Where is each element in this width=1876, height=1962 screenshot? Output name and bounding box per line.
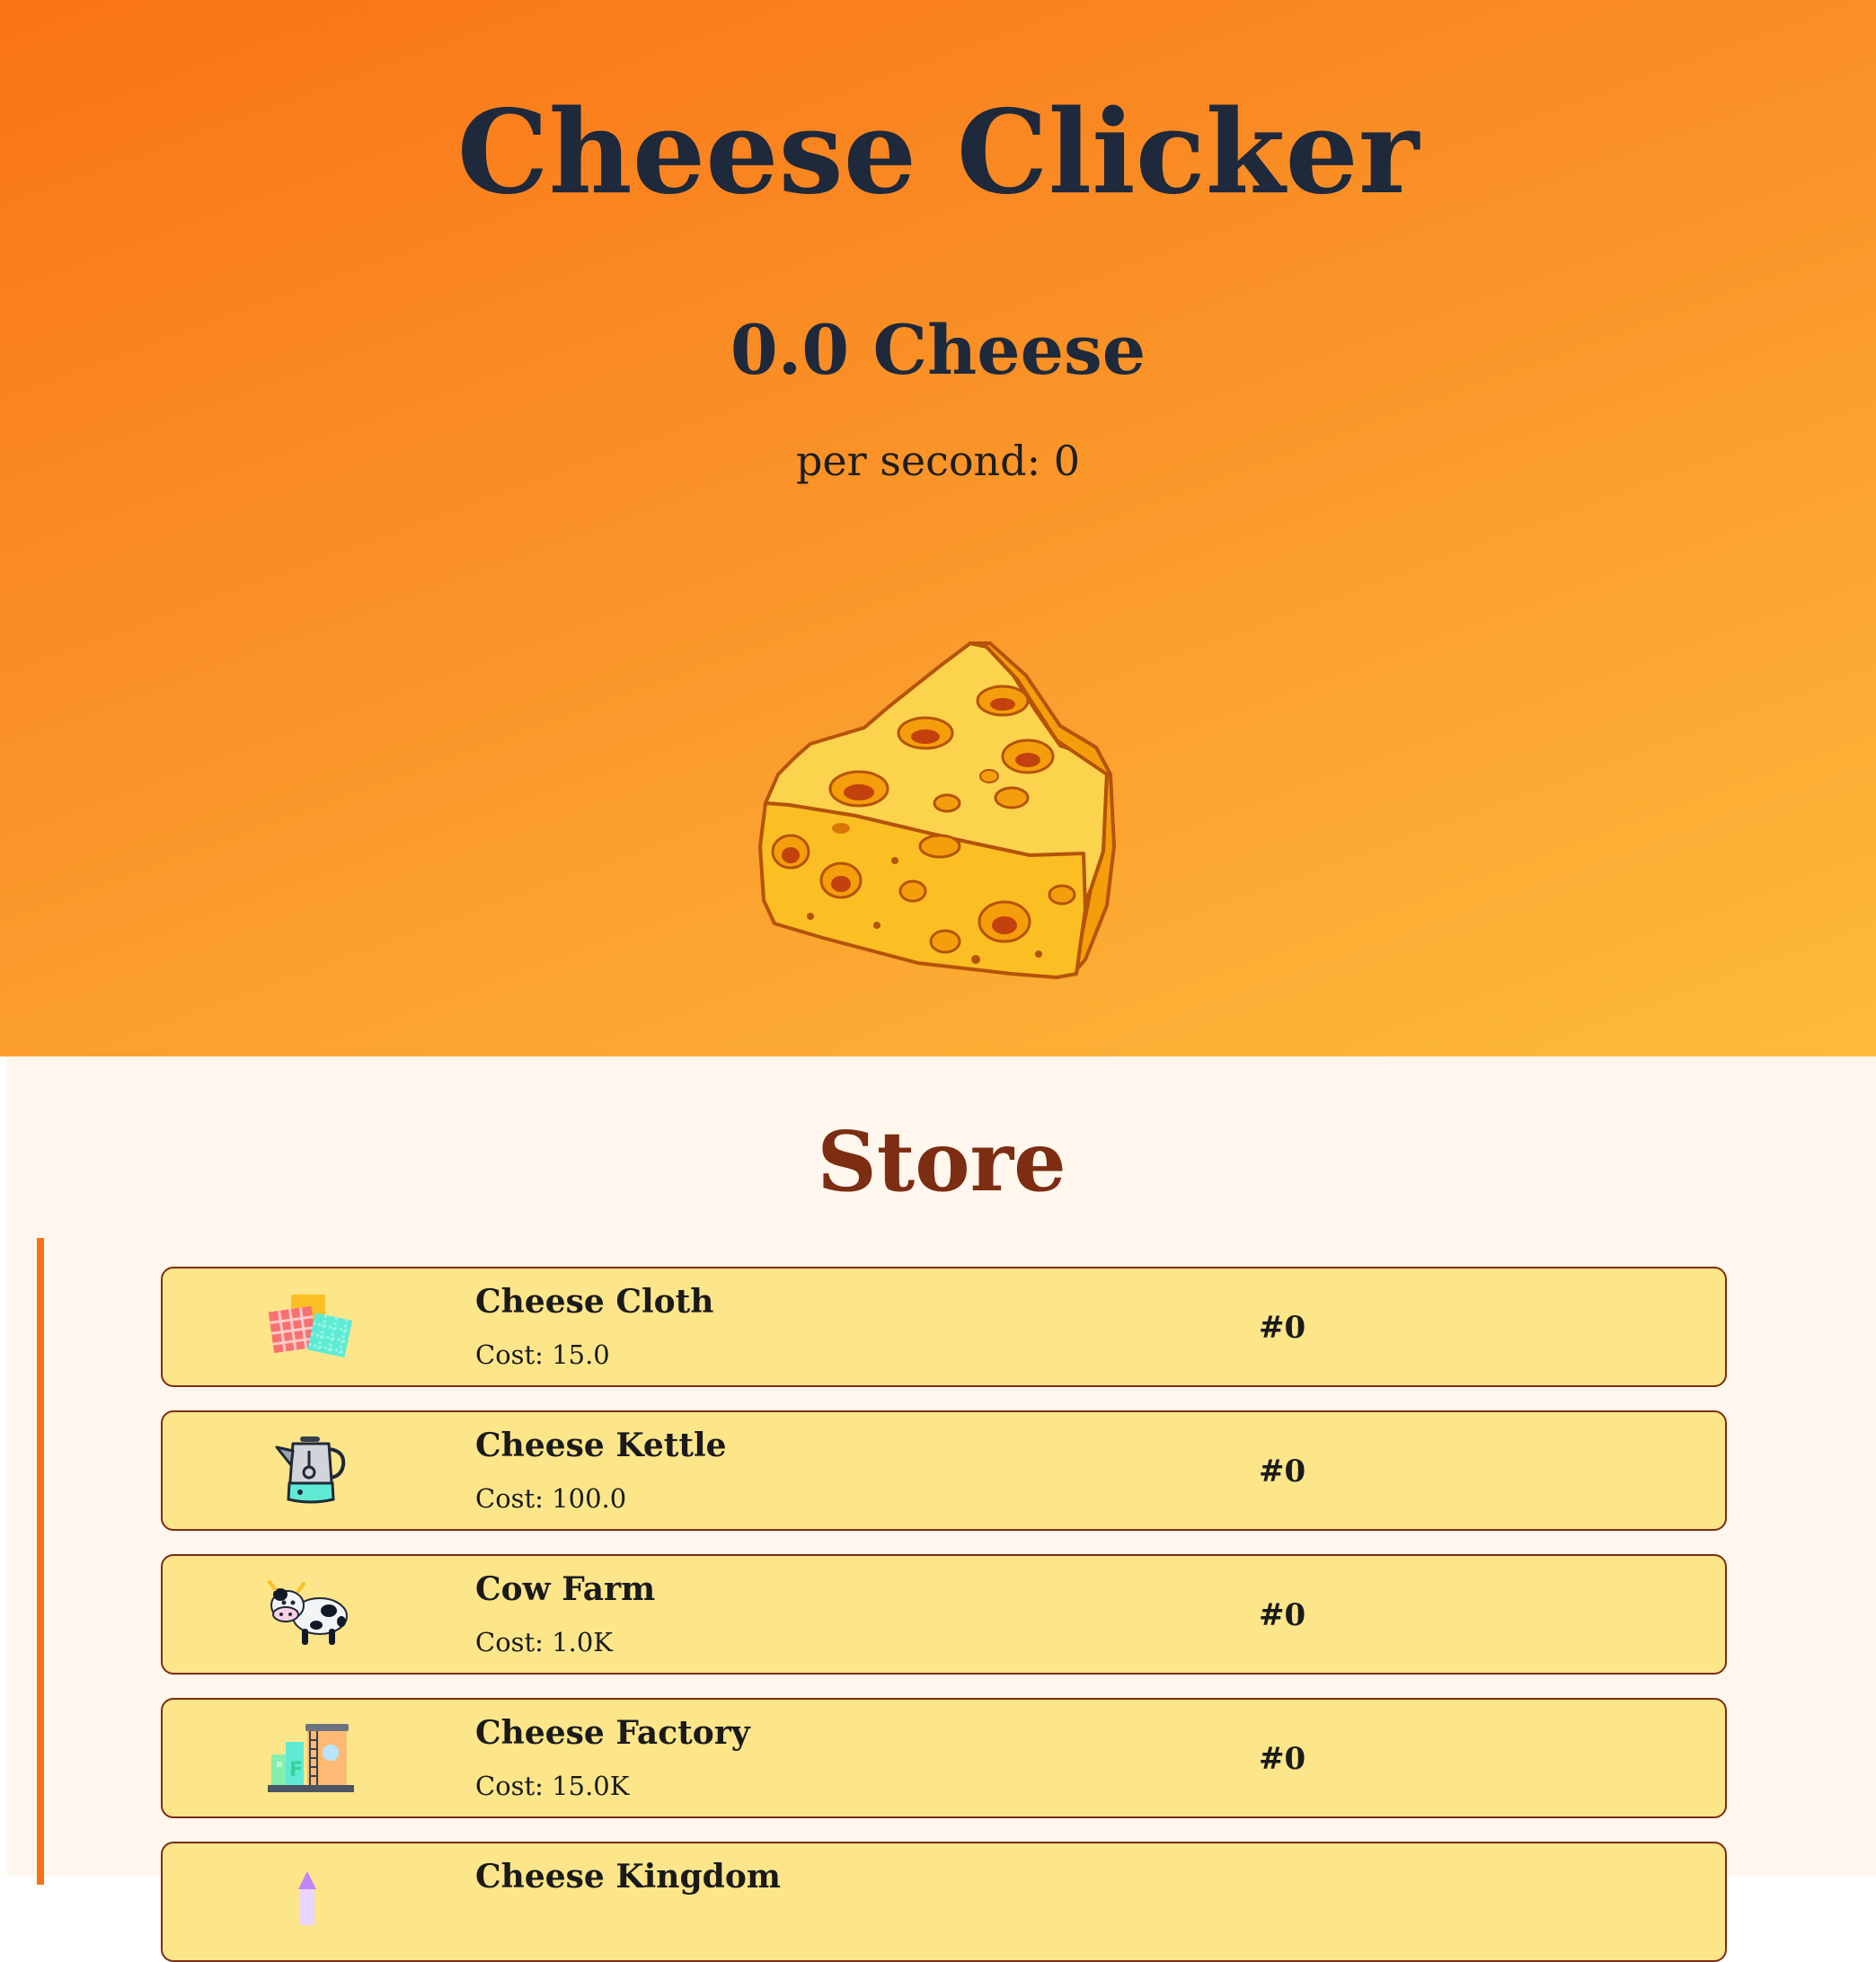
castle-icon [298, 1871, 316, 1925]
item-owned-count: #0 [1259, 1597, 1306, 1633]
item-name: Cheese Kingdom [475, 1858, 781, 1896]
item-cost: Cost: 15.0K [475, 1771, 630, 1801]
item-name: Cow Farm [475, 1570, 656, 1608]
item-owned-count: #0 [1259, 1741, 1306, 1777]
per-second-rate: per second: 0 [795, 437, 1081, 485]
store-item-cheese-cloth[interactable]: Cheese Cloth Cost: 15.0 #0 [161, 1267, 1727, 1387]
item-owned-count: #0 [1259, 1310, 1306, 1346]
clicker-panel: Cheese Clicker 0.0 Cheese per second: 0 [0, 0, 1876, 1056]
cheese-cloth-icon [268, 1295, 353, 1358]
store-item-cheese-kingdom[interactable]: Cheese Kingdom [161, 1842, 1727, 1962]
store-item-cheese-kettle[interactable]: Cheese Kettle Cost: 100.0 #0 [161, 1410, 1727, 1531]
cheese-count: 0.0 Cheese [730, 310, 1146, 390]
store-item-cow-farm[interactable]: Cow Farm Cost: 1.0K #0 [161, 1554, 1727, 1675]
cheese-wedge-icon[interactable] [751, 640, 1118, 985]
store-item-cheese-factory[interactable]: F Cheese Factory Cost: 15.0K #0 [161, 1698, 1727, 1818]
item-name: Cheese Factory [475, 1714, 750, 1752]
item-owned-count: #0 [1259, 1454, 1306, 1489]
store-title: Store [817, 1113, 1066, 1210]
item-name: Cheese Cloth [475, 1283, 714, 1321]
kettle-icon [275, 1436, 346, 1504]
page-title: Cheese Clicker [456, 85, 1420, 220]
item-cost: Cost: 1.0K [475, 1627, 613, 1657]
item-name: Cheese Kettle [475, 1427, 727, 1464]
store-accent-bar [37, 1238, 44, 1885]
factory-icon: F [268, 1724, 354, 1792]
item-cost: Cost: 100.0 [475, 1483, 627, 1514]
item-cost: Cost: 15.0 [475, 1339, 610, 1370]
svg-text:F: F [289, 1759, 303, 1781]
store-panel: Store Cheese Cloth Cost: 15.0 #0 Cheese … [7, 1056, 1876, 1962]
cow-icon [268, 1580, 348, 1645]
